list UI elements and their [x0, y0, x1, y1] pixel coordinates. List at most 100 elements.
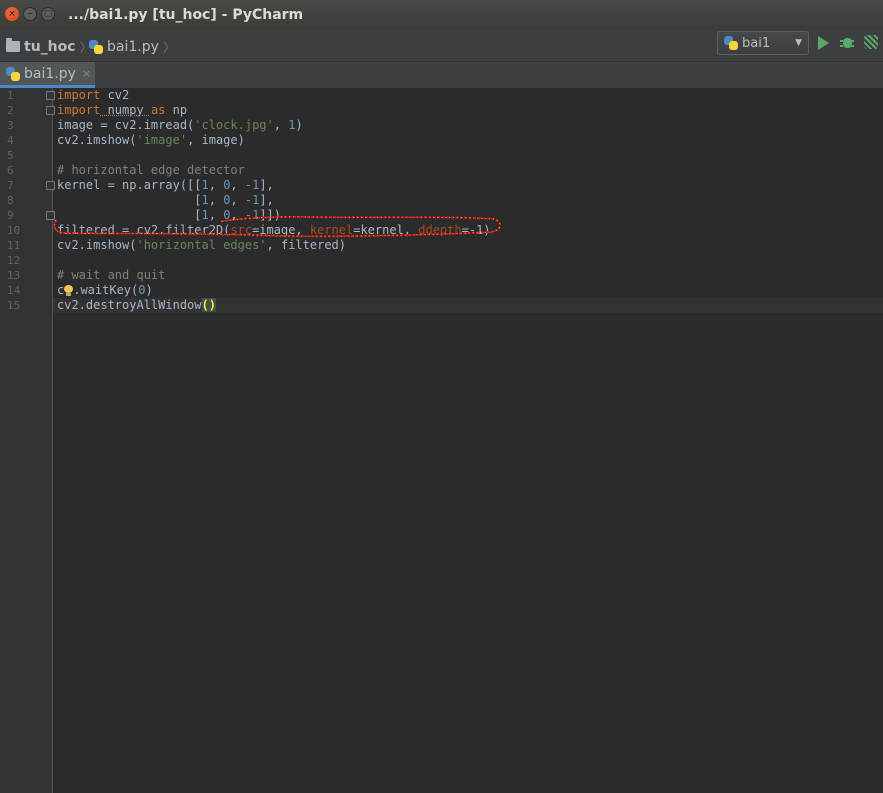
code-text: [ — [57, 208, 202, 222]
code-line-14: c .waitKey(0) — [57, 283, 153, 298]
code-text: , image) — [187, 133, 245, 147]
close-tab-icon[interactable]: × — [82, 67, 91, 80]
minimize-window-button[interactable]: – — [23, 7, 37, 21]
code-text: filtered = cv2.filter2D( — [57, 223, 231, 237]
line-number: 4 — [7, 134, 14, 147]
code-text: , — [273, 118, 289, 132]
close-window-button[interactable]: × — [5, 7, 19, 21]
folder-icon — [6, 38, 20, 52]
parameter-name: kernel — [309, 223, 354, 237]
number-literal: 0 — [138, 283, 146, 297]
line-number: 8 — [7, 194, 14, 207]
comment: # horizontal edge detector — [57, 163, 245, 177]
code-text: ) — [145, 283, 153, 297]
python-icon — [724, 36, 738, 50]
code-editor[interactable]: 1 2 3 4 5 6 7 8 9 10 11 12 13 14 15 impo… — [0, 88, 883, 793]
code-text: cv2.imshow( — [57, 133, 137, 147]
code-text: numpy — [100, 103, 151, 117]
parameter-name: ddepth — [418, 223, 462, 237]
run-configuration-select[interactable]: bai1 ▼ — [717, 31, 809, 55]
line-number: 9 — [7, 209, 14, 222]
code-text: , — [208, 193, 224, 207]
string-literal: 'image' — [136, 133, 188, 147]
line-number: 13 — [7, 269, 21, 282]
code-text: ) — [295, 118, 303, 132]
keyword: import — [57, 103, 101, 117]
chevron-down-icon: ▼ — [795, 38, 802, 48]
code-line-6: # horizontal edge detector — [57, 163, 245, 178]
number-literal: -1 — [244, 193, 260, 207]
string-literal: 'horizontal edges' — [136, 238, 267, 252]
line-number: 14 — [7, 284, 21, 297]
editor-tab-bar: bai1.py × — [0, 62, 883, 88]
fold-marker-icon[interactable] — [46, 106, 55, 115]
code-text: =image, — [252, 223, 310, 237]
code-text: c — [57, 283, 65, 297]
code-line-15: cv2.destroyAllWindow() — [57, 298, 216, 313]
breadcrumb-file-label: bai1.py — [107, 38, 159, 55]
run-configuration-label: bai1 — [742, 35, 771, 51]
code-line-1: import cv2 — [57, 88, 129, 103]
line-number: 5 — [7, 149, 14, 162]
code-text: image = cv2.imread( — [57, 118, 195, 132]
run-with-coverage-icon[interactable] — [864, 35, 878, 49]
code-text: ], — [259, 178, 274, 192]
python-file-icon — [89, 39, 103, 54]
code-text: kernel = np.array([[ — [57, 178, 202, 192]
code-text: [ — [57, 193, 202, 207]
window-title: .../bai1.py [tu_hoc] - PyCharm — [68, 7, 304, 23]
code-line-2: import numpy as np — [57, 103, 187, 118]
code-line-4: cv2.imshow('image', image) — [57, 133, 245, 148]
fold-marker-icon[interactable] — [46, 181, 55, 190]
comment: # wait and quit — [57, 268, 166, 282]
number-literal: 1 — [201, 178, 209, 192]
line-number: 6 — [7, 164, 14, 177]
line-number: 7 — [7, 179, 14, 192]
code-text: .waitKey( — [73, 283, 139, 297]
code-line-9: [1, 0, -1]]) — [57, 208, 281, 223]
code-text: , — [230, 178, 245, 192]
line-number-gutter: 1 2 3 4 5 6 7 8 9 10 11 12 13 14 15 — [0, 88, 55, 793]
number-literal: 1 — [201, 208, 209, 222]
code-text: cv2.imshow( — [57, 238, 137, 252]
code-text: , filtered) — [266, 238, 347, 252]
code-line-7: kernel = np.array([[1, 0, -1], — [57, 178, 274, 193]
line-number: 2 — [7, 104, 14, 117]
code-text: =-1) — [461, 223, 491, 237]
code-text: np — [165, 103, 188, 117]
lightbulb-icon[interactable] — [64, 285, 74, 296]
number-literal: 1 — [201, 193, 209, 207]
line-number: 3 — [7, 119, 14, 132]
title-bar: × – □ .../bai1.py [tu_hoc] - PyCharm — [0, 0, 883, 30]
keyword: import — [57, 88, 101, 102]
run-icon[interactable] — [818, 36, 829, 50]
number-literal: -1 — [244, 178, 260, 192]
line-number: 15 — [7, 299, 21, 312]
code-text: cv2 — [100, 88, 130, 102]
breadcrumb-file[interactable]: bai1.py 〉 — [89, 37, 180, 56]
matched-parentheses: () — [201, 298, 216, 312]
code-text: , — [208, 178, 224, 192]
tab-bai1-py[interactable]: bai1.py × — [0, 62, 95, 88]
debug-icon[interactable] — [840, 35, 854, 49]
number-literal: -1 — [244, 208, 260, 222]
maximize-window-button[interactable]: □ — [41, 7, 55, 21]
line-number: 11 — [7, 239, 21, 252]
code-text: ], — [259, 193, 274, 207]
line-number: 1 — [7, 89, 14, 102]
tab-label: bai1.py — [24, 65, 76, 82]
code-line-10: filtered = cv2.filter2D(src=image, kerne… — [57, 223, 491, 238]
code-line-3: image = cv2.imread('clock.jpg', 1) — [57, 118, 303, 133]
line-number: 12 — [7, 254, 21, 267]
fold-marker-icon[interactable] — [46, 211, 55, 220]
parameter-name: src — [230, 223, 253, 237]
breadcrumb-project-label: tu_hoc — [24, 38, 76, 55]
code-text: , — [230, 193, 245, 207]
code-line-13: # wait and quit — [57, 268, 165, 283]
code-line-8: [1, 0, -1], — [57, 193, 274, 208]
line-number: 10 — [7, 224, 21, 237]
breadcrumb-project[interactable]: tu_hoc 〉 — [6, 37, 97, 56]
code-text: , — [230, 208, 245, 222]
fold-marker-icon[interactable] — [46, 91, 55, 100]
code-line-11: cv2.imshow('horizontal edges', filtered) — [57, 238, 346, 253]
